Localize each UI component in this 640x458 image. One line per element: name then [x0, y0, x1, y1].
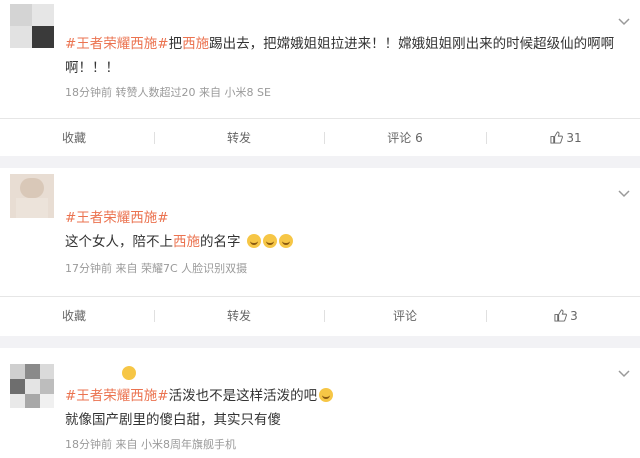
weibo-post-1: #王者荣耀西施#把西施踢出去，把嫦娥姐姐拉进来！！嫦娥姐姐刚出来的时候超级仙的啊… — [0, 0, 640, 158]
sweat-smile-emoji-icon — [319, 388, 334, 402]
laugh-cry-emoji-icon — [246, 234, 261, 248]
keyword-highlight: 西施 — [182, 36, 210, 52]
laugh-cry-emoji-icon — [278, 234, 293, 248]
post-text: 这个女人，陪不上西施的名字 — [65, 232, 293, 252]
thumbs-up-icon — [550, 131, 564, 144]
avatar-user-2[interactable] — [10, 174, 54, 218]
post-text: #王者荣耀西施#把西施踢出去，把嫦娥姐姐拉进来！！嫦娥姐姐刚出来的时候超级仙的啊… — [65, 36, 615, 52]
comment-button[interactable]: 评论 — [330, 297, 480, 335]
chevron-down-icon[interactable] — [618, 370, 630, 380]
favorite-button[interactable]: 收藏 — [0, 297, 148, 335]
repost-button[interactable]: 转发 — [160, 297, 318, 335]
chevron-down-icon[interactable] — [618, 18, 630, 28]
crown-emoji-icon — [122, 366, 136, 380]
post-meta: 18分钟前 转赞人数超过20 来自 小米8 SE — [65, 86, 271, 99]
chevron-down-icon[interactable] — [618, 190, 630, 200]
favorite-button[interactable]: 收藏 — [0, 119, 148, 157]
keyword-highlight: 西施 — [173, 234, 200, 250]
post-text: #王者荣耀西施#活泼也不是这样活泼的吧 — [65, 386, 334, 406]
comment-button[interactable]: 评论 6 — [330, 119, 480, 157]
post-text-line2: 就像国产剧里的傻白甜，其实只有傻 — [65, 412, 281, 428]
avatar-user-3[interactable] — [10, 364, 54, 408]
weibo-post-2: #王者荣耀西施# 这个女人，陪不上西施的名字 17分钟前 来自 荣耀7C 人脸识… — [0, 168, 640, 338]
avatar-user-1[interactable] — [10, 4, 54, 48]
topic-tag-link[interactable]: #王者荣耀西施# — [65, 388, 169, 404]
post-meta: 17分钟前 来自 荣耀7C 人脸识别双摄 — [65, 262, 248, 275]
thumbs-up-icon — [554, 309, 568, 322]
topic-tag-link[interactable]: #王者荣耀西施# — [65, 36, 169, 52]
post-divider — [0, 336, 640, 348]
like-button[interactable]: 3 — [492, 297, 640, 335]
weibo-post-3: #王者荣耀西施#活泼也不是这样活泼的吧 就像国产剧里的傻白甜，其实只有傻 18分… — [0, 348, 640, 458]
topic-tag-line: #王者荣耀西施# — [65, 208, 169, 228]
action-bar: 收藏 转发 评论 3 — [0, 296, 640, 335]
action-bar: 收藏 转发 评论 6 31 — [0, 118, 640, 157]
like-button[interactable]: 31 — [492, 119, 640, 157]
post-meta: 18分钟前 来自 小米8周年旗舰手机 — [65, 438, 236, 451]
laugh-cry-emoji-icon — [262, 234, 277, 248]
post-text-line2: 啊！！！ — [65, 60, 119, 76]
topic-tag-link[interactable]: #王者荣耀西施# — [65, 210, 169, 226]
post-divider — [0, 156, 640, 168]
repost-button[interactable]: 转发 — [160, 119, 318, 157]
